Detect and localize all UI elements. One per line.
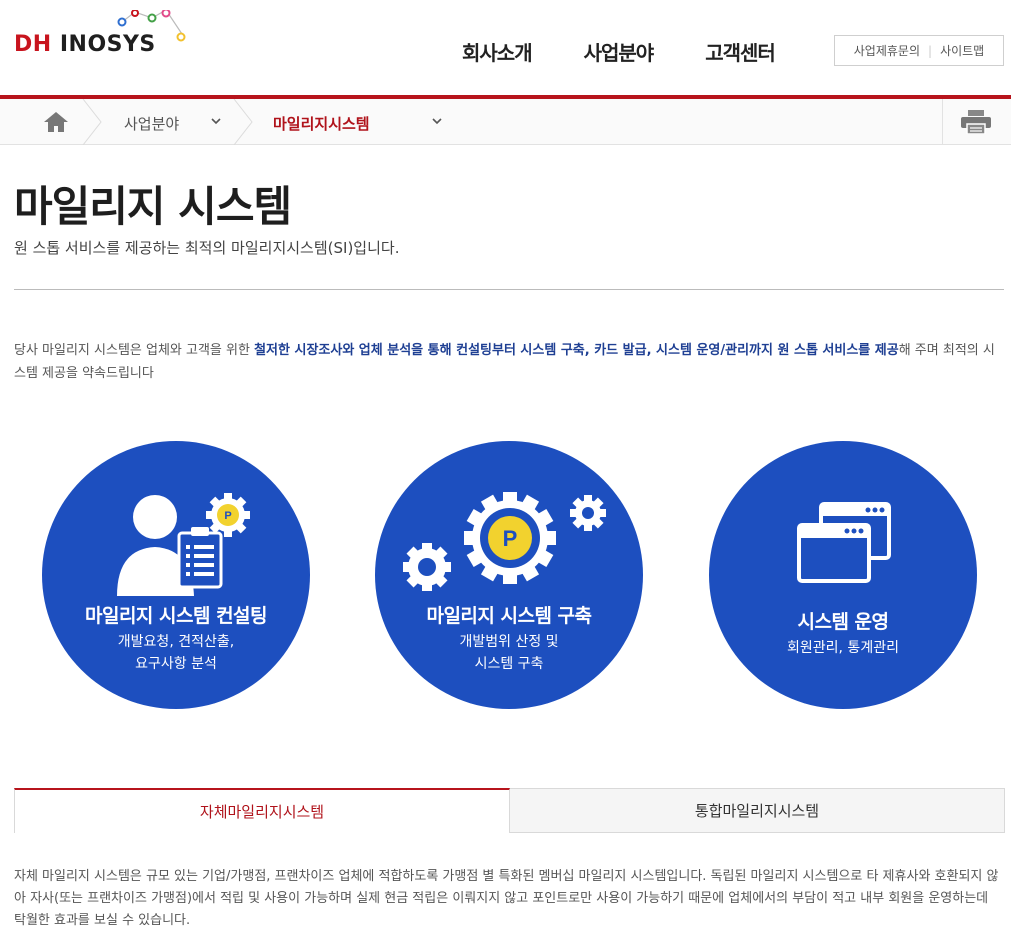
nav-item-support[interactable]: 고객센터 — [705, 37, 776, 66]
tab-description: 자체 마일리지 시스템은 규모 있는 기업/가맹점, 프랜차이즈 업체에 적합하… — [14, 869, 999, 928]
nav-item-company[interactable]: 회사소개 — [462, 37, 533, 66]
system-tabs: 자체마일리지시스템 통합마일리지시스템 — [14, 788, 1005, 833]
windows-icon — [797, 502, 891, 583]
service-description: 개발요청, 견적산출, 요구사항 분석 — [117, 634, 235, 672]
tab-integrated-mileage[interactable]: 통합마일리지시스템 — [510, 788, 1005, 833]
printer-icon — [961, 110, 991, 134]
service-title: 시스템 운영 — [797, 611, 889, 633]
sitemap-link[interactable]: 사이트맵 — [940, 42, 984, 59]
util-divider: | — [928, 43, 933, 58]
service-consulting: P 마일리지 시스템 컨설팅 개발요청, 견적산출, 요구사항 분석 — [42, 441, 310, 709]
breadcrumb-level1[interactable]: 사업분야 — [124, 113, 179, 134]
print-button[interactable] — [942, 99, 1011, 145]
breadcrumb-separator-icon — [233, 99, 253, 145]
title-divider — [14, 289, 1004, 290]
nav-item-business[interactable]: 사업분야 — [584, 37, 655, 66]
breadcrumb: 사업분야 마일리지시스템 — [0, 99, 1011, 145]
svg-text:P: P — [503, 526, 518, 551]
intro-paragraph: 당사 마일리지 시스템은 업체와 고객을 위한 철저한 시장조사와 업체 분석을… — [14, 339, 1004, 385]
service-title: 마일리지 시스템 구축 — [426, 605, 592, 627]
home-icon[interactable] — [40, 111, 72, 133]
service-operation: 시스템 운영 회원관리, 통계관리 — [709, 441, 977, 709]
svg-text:P: P — [224, 510, 231, 522]
logo[interactable]: DH INOSYS — [14, 10, 186, 60]
service-description: 회원관리, 통계관리 — [787, 640, 899, 656]
chevron-down-icon[interactable] — [210, 115, 222, 127]
chevron-down-icon[interactable] — [431, 115, 443, 127]
header: DH INOSYS 회사소개 사업분야 고객센터 사업제휴문의 | 사이트맵 — [0, 0, 1011, 96]
intro-highlight: 철저한 시장조사와 업체 분석을 통해 컨설팅부터 시스템 구축, 카드 발급,… — [254, 343, 899, 358]
logo-molecule-icon — [117, 10, 186, 42]
intro-text: 당사 마일리지 시스템은 업체와 고객을 위한 — [14, 343, 255, 358]
partnership-link[interactable]: 사업제휴문의 — [854, 42, 920, 59]
service-build: P 마일리지 시스템 구축 개발범위 산정 및 시스템 구축 — [375, 441, 643, 709]
page-subtitle: 원 스톱 서비스를 제공하는 최적의 마일리지시스템(SI)입니다. — [14, 239, 400, 257]
utility-links: 사업제휴문의 | 사이트맵 — [834, 35, 1004, 66]
tab-own-mileage[interactable]: 자체마일리지시스템 — [14, 788, 510, 833]
breadcrumb-level2[interactable]: 마일리지시스템 — [273, 113, 370, 134]
main-nav: 회사소개 사업분야 고객센터 — [462, 37, 827, 66]
service-title: 마일리지 시스템 컨설팅 — [84, 605, 268, 627]
logo-part1: DH — [14, 32, 52, 57]
breadcrumb-separator-icon — [82, 99, 102, 145]
page-title: 마일리지 시스템 — [14, 182, 292, 231]
service-description: 개발범위 산정 및 시스템 구축 — [459, 634, 559, 672]
